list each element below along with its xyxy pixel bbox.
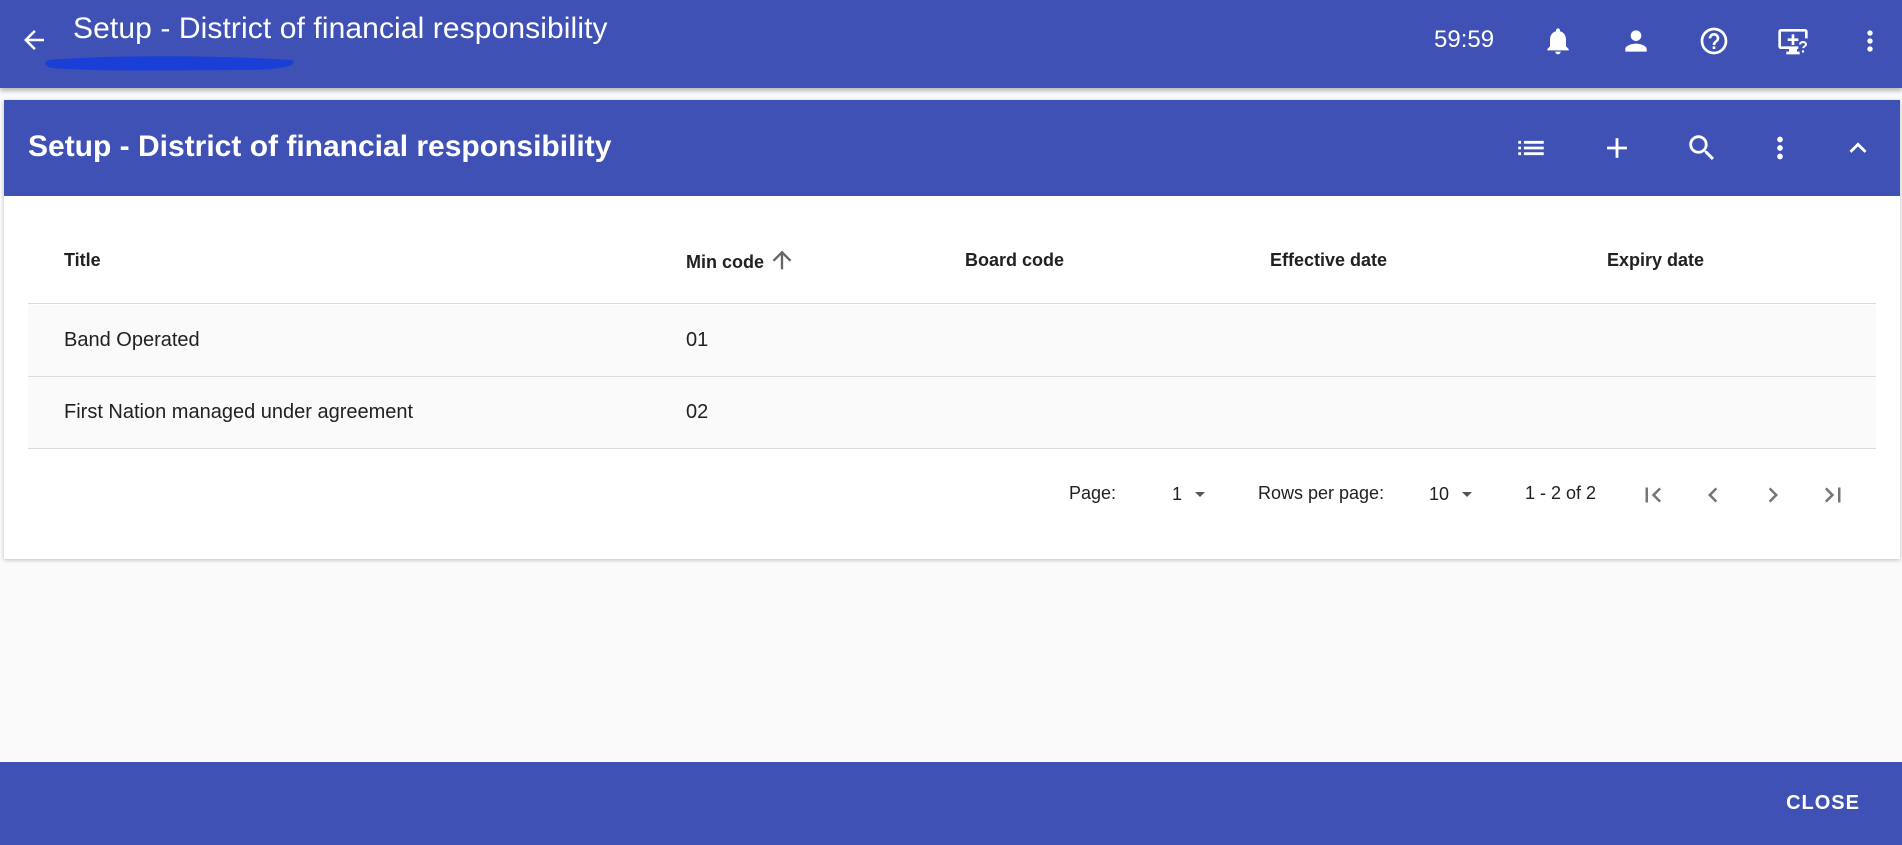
chevron-up-icon[interactable] (1836, 126, 1880, 170)
paginator: Page: 1 Rows per page: 10 1 - 2 of 2 (0, 473, 1902, 513)
column-header-board-code[interactable]: Board code (965, 250, 1064, 271)
bell-icon[interactable] (1537, 20, 1579, 62)
app-bar: Setup - District of financial responsibi… (0, 0, 1902, 88)
dropdown-arrow-icon (1462, 492, 1473, 497)
page-select[interactable]: 1 (1172, 479, 1212, 509)
page-label: Page: (1069, 483, 1117, 503)
search-icon[interactable] (1680, 126, 1724, 170)
rows-per-page-label: Rows per page: (1258, 483, 1385, 503)
card-title: Setup - District of financial responsibi… (28, 130, 612, 163)
cell-min-code: 02 (686, 401, 709, 423)
rows-per-page-select[interactable]: 10 (1429, 479, 1479, 509)
previous-page-icon[interactable] (1693, 475, 1733, 515)
card-header: Setup - District of financial responsibi… (4, 100, 1900, 196)
add-icon[interactable] (1595, 126, 1639, 170)
more-vert-icon[interactable] (1849, 20, 1891, 62)
footer-bar: CLOSE (0, 762, 1902, 845)
column-header-label: Effective date (1270, 250, 1388, 270)
dropdown-arrow-icon (1195, 492, 1206, 497)
card-more-vert-icon[interactable] (1758, 126, 1802, 170)
list-icon[interactable] (1509, 126, 1553, 170)
session-timer: 59:59 (1434, 26, 1495, 53)
range-label: 1 - 2 of 2 (1525, 483, 1597, 503)
table-row[interactable]: Band Operated 01 (28, 305, 1876, 377)
cell-title: First Nation managed under agreement (64, 401, 414, 423)
table-header: Title Min code Board code Effective date… (28, 200, 1876, 304)
sort-arrow-up-icon[interactable] (764, 246, 796, 279)
close-button[interactable]: CLOSE (1778, 788, 1868, 819)
first-page-icon[interactable] (1633, 475, 1673, 515)
last-page-icon[interactable] (1813, 475, 1853, 515)
column-header-title[interactable]: Title (64, 250, 101, 271)
column-header-expiry-date[interactable]: Expiry date (1607, 250, 1704, 271)
app-title: Setup - District of financial responsibi… (73, 12, 608, 45)
column-header-label: Expiry date (1607, 250, 1705, 270)
redaction-scribble (45, 56, 294, 71)
cell-title: Band Operated (64, 329, 200, 351)
column-header-label: Board code (965, 250, 1065, 270)
column-header-effective-date[interactable]: Effective date (1270, 250, 1387, 271)
next-page-icon[interactable] (1753, 475, 1793, 515)
person-icon[interactable] (1615, 20, 1657, 62)
column-header-label: Title (64, 250, 101, 270)
column-header-min-code[interactable]: Min code (686, 246, 796, 279)
page-select-value: 1 (1172, 483, 1183, 504)
column-header-label: Min code (686, 252, 765, 272)
help-icon[interactable] (1693, 20, 1735, 62)
rows-per-page-value: 10 (1429, 483, 1450, 504)
remote-support-icon[interactable] (1772, 20, 1814, 62)
table-row[interactable]: First Nation managed under agreement 02 (28, 377, 1876, 449)
cell-min-code: 01 (686, 329, 709, 351)
